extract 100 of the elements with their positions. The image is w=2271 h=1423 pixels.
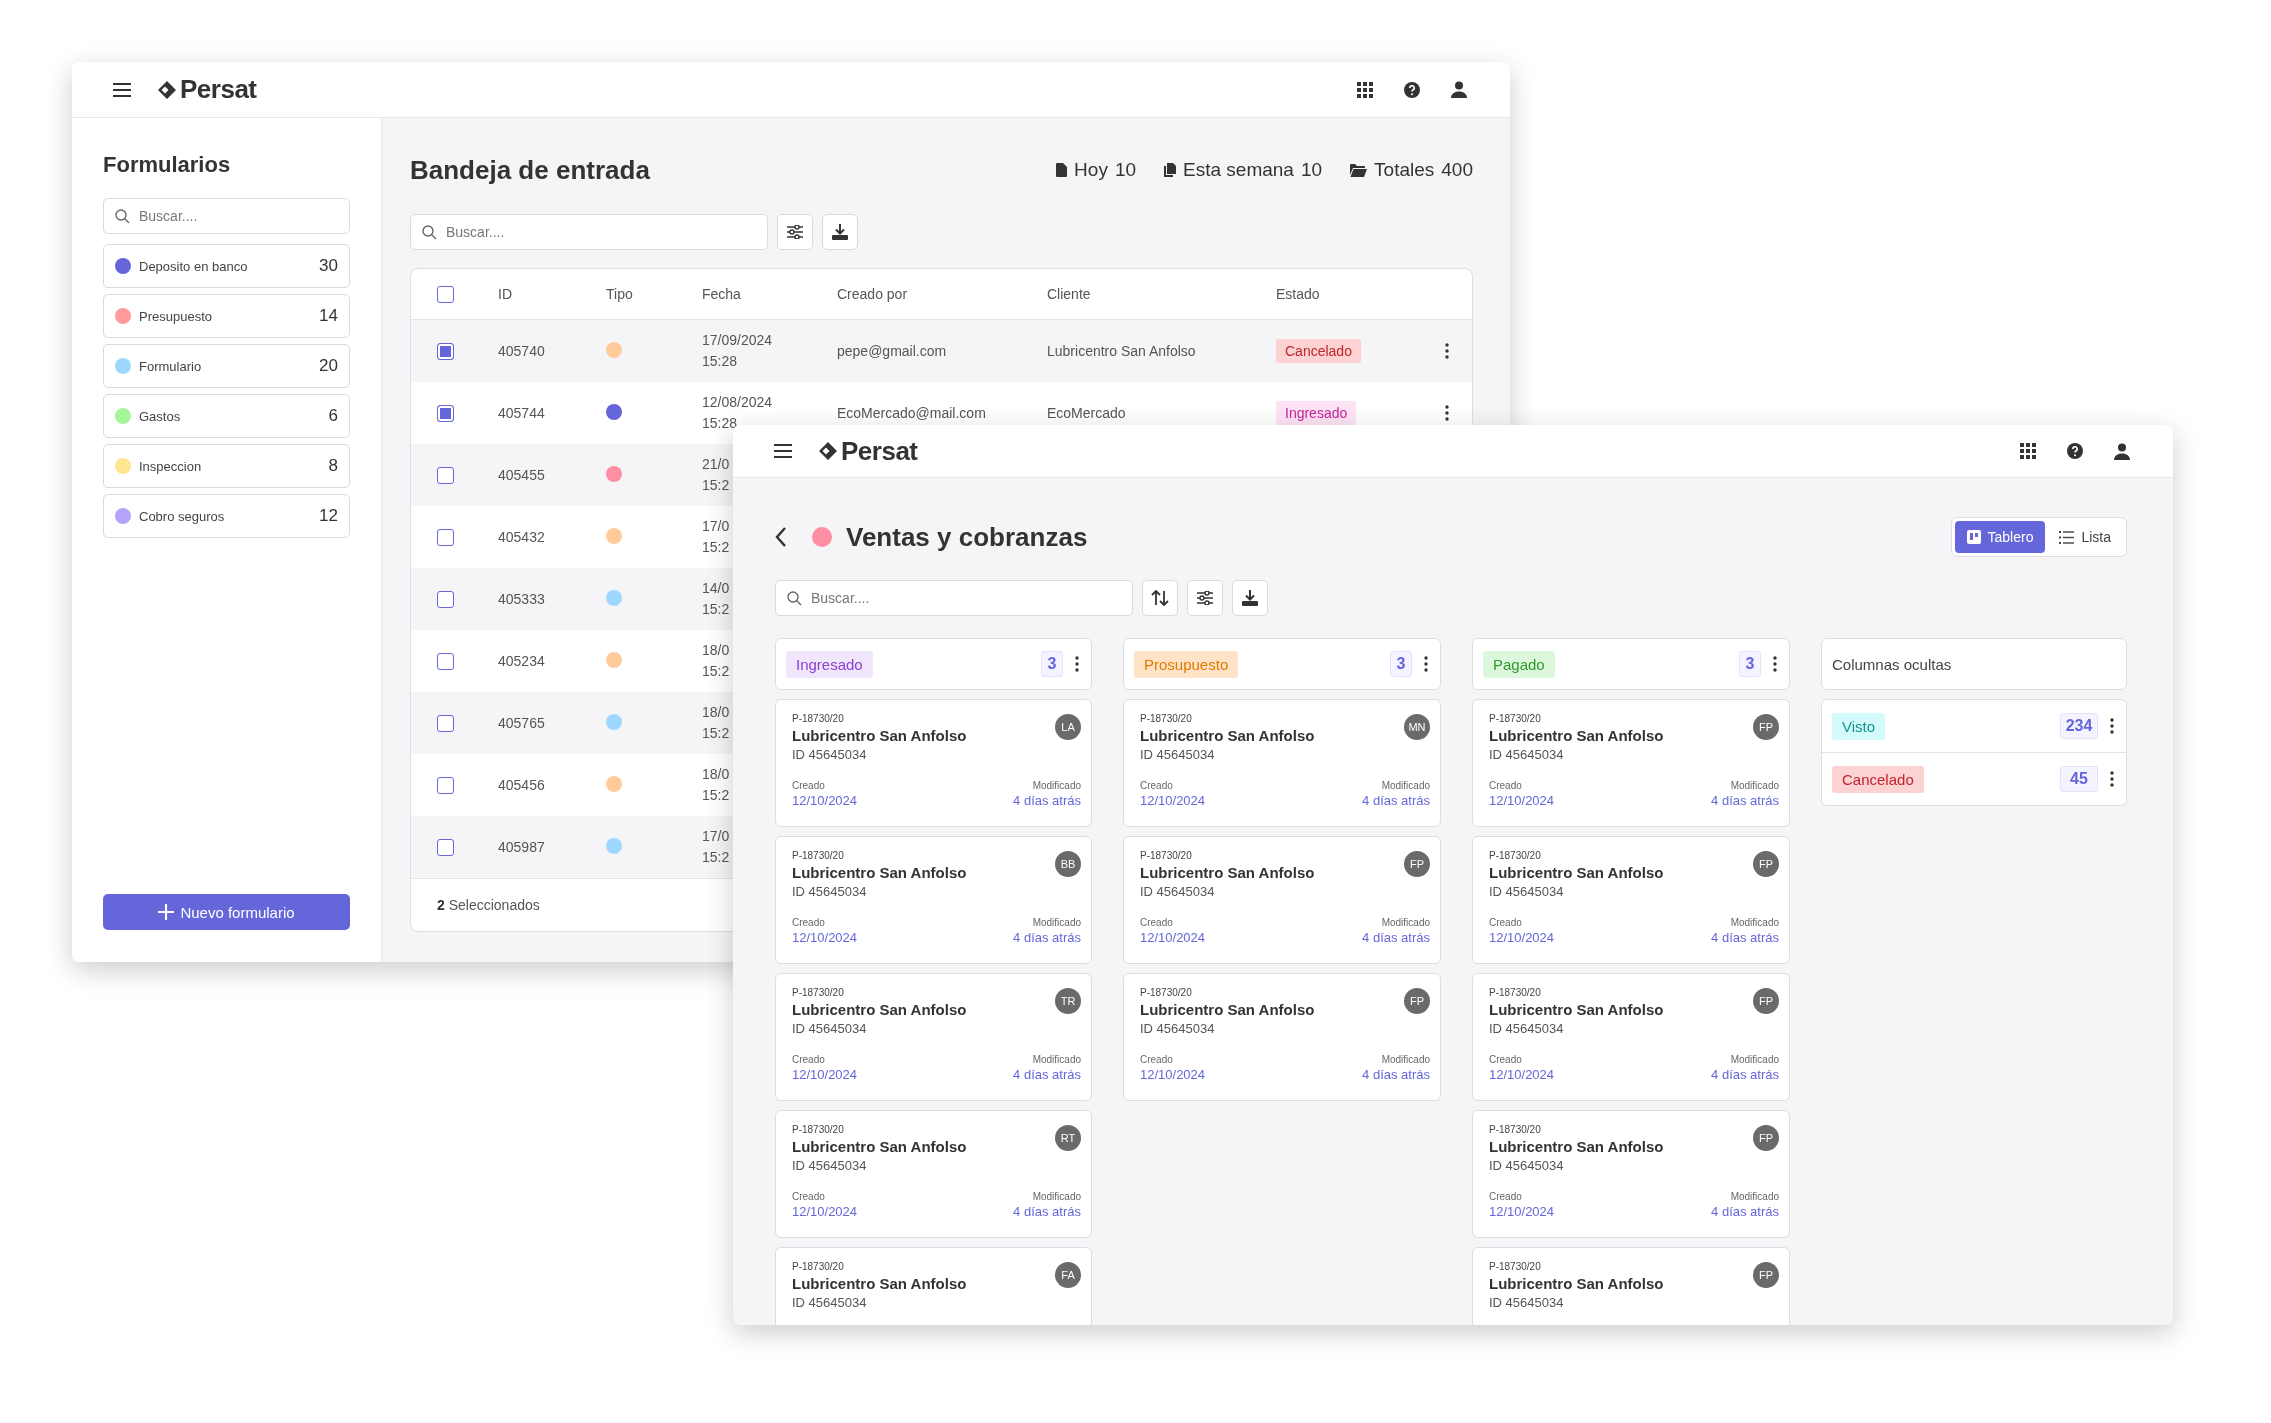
checkbox[interactable] — [437, 285, 454, 303]
more-icon[interactable] — [2110, 771, 2114, 787]
form-type-item[interactable]: Presupuesto 14 — [103, 294, 350, 338]
record-card[interactable]: P-18730/20 Lubricentro San Anfolso ID 45645034 TR Creado 12/10/2024 Modificado 4 días atrás — [775, 973, 1092, 1101]
menu-icon[interactable] — [113, 82, 131, 97]
record-id: ID 45645034 — [792, 883, 868, 901]
filter-button[interactable] — [777, 214, 813, 250]
status-tag: Prosupuesto — [1134, 650, 1239, 678]
card-count: 3 — [1041, 651, 1063, 677]
apps-grid-icon[interactable] — [2020, 443, 2036, 459]
menu-icon[interactable] — [774, 444, 792, 458]
record-card[interactable]: P-18730/20 Lubricentro San Anfolso ID 45645034 FA — [775, 1247, 1092, 1325]
record-card[interactable]: P-18730/20 Lubricentro San Anfolso ID 45645034 FP Creado 12/10/2024 Modificado 4 días atrás — [1472, 836, 1790, 964]
more-icon[interactable] — [1445, 343, 1449, 359]
checkbox[interactable] — [437, 528, 454, 546]
download-icon — [832, 224, 848, 240]
search-field[interactable]: Buscar.... — [103, 198, 350, 234]
form-count: 8 — [328, 456, 338, 476]
view-toggle[interactable]: Lista — [2047, 521, 2123, 553]
column-header: Estado — [1276, 286, 1321, 302]
card-count: 234 — [2060, 713, 2098, 739]
sort-icon — [1151, 590, 1169, 606]
record-card[interactable]: P-18730/20 Lubricentro San Anfolso ID 45645034 FP — [1472, 1247, 1790, 1325]
view-toggle[interactable]: Tablero — [1954, 521, 2046, 553]
record-card[interactable]: P-18730/20 Lubricentro San Anfolso ID 45645034 LA Creado 12/10/2024 Modificado 4 días atrás — [775, 699, 1092, 827]
record-code: P-18730/20 — [1140, 712, 1193, 726]
checkbox[interactable] — [437, 714, 454, 732]
client-name: Lubricentro San Anfolso — [792, 1137, 968, 1157]
date-text: 18/0 — [702, 703, 730, 722]
record-card[interactable]: P-18730/20 Lubricentro San Anfolso ID 45645034 FP Creado 12/10/2024 Modificado 4 días atrás — [1123, 973, 1441, 1101]
avatar: FP — [1753, 1262, 1779, 1288]
user-icon[interactable] — [1451, 81, 1467, 98]
checkbox[interactable] — [437, 652, 454, 670]
checkbox[interactable] — [437, 404, 454, 422]
modified-label: Modificado — [1730, 1190, 1779, 1203]
created-label: Creado — [1489, 1053, 1523, 1066]
table-cell-text: 405987 — [498, 839, 546, 855]
more-icon[interactable] — [1773, 656, 1777, 672]
status-tag: Cancelado — [1276, 339, 1361, 363]
record-id: ID 45645034 — [1489, 1294, 1565, 1312]
search-field[interactable]: Buscar.... — [410, 214, 768, 250]
avatar: FP — [1753, 851, 1779, 877]
created-label: Creado — [792, 1190, 826, 1203]
avatar: FP — [1404, 988, 1430, 1014]
help-icon[interactable] — [1403, 80, 1421, 99]
stat-label: Totales — [1374, 159, 1435, 181]
table-cell-text: 405740 — [498, 343, 546, 359]
created-date: 12/10/2024 — [792, 929, 858, 947]
more-icon[interactable] — [2110, 718, 2114, 734]
form-type-item[interactable]: Gastos 6 — [103, 394, 350, 438]
checkbox[interactable] — [437, 466, 454, 484]
created-date: 12/10/2024 — [792, 1066, 858, 1084]
record-card[interactable]: P-18730/20 Lubricentro San Anfolso ID 45645034 FP Creado 12/10/2024 Modificado 4 días atrás — [1472, 699, 1790, 827]
sort-button[interactable] — [1142, 580, 1178, 616]
record-card[interactable]: P-18730/20 Lubricentro San Anfolso ID 45645034 FP Creado 12/10/2024 Modificado 4 días atrás — [1123, 836, 1441, 964]
record-card[interactable]: P-18730/20 Lubricentro San Anfolso ID 45645034 FP Creado 12/10/2024 Modificado 4 días atrás — [1472, 1110, 1790, 1238]
download-button[interactable] — [1232, 580, 1268, 616]
date-text: 12/08/2024 — [702, 393, 773, 412]
created-label: Creado — [1140, 1053, 1174, 1066]
record-card[interactable]: P-18730/20 Lubricentro San Anfolso ID 45645034 BB Creado 12/10/2024 Modificado 4 días atrás — [775, 836, 1092, 964]
apps-grid-icon[interactable] — [1357, 81, 1373, 98]
user-icon[interactable] — [2114, 442, 2130, 460]
status-tag: Ingresado — [786, 650, 873, 678]
modified-time: 4 días atrás — [1013, 792, 1081, 810]
avatar: FA — [1055, 1262, 1081, 1288]
modified-label: Modificado — [1381, 916, 1430, 929]
table-cell-text: pepe@gmail.com — [837, 343, 948, 359]
form-count: 12 — [319, 506, 338, 526]
modified-label: Modificado — [1032, 1190, 1081, 1203]
sidebar-title: Formularios — [103, 151, 232, 179]
record-card[interactable]: P-18730/20 Lubricentro San Anfolso ID 45645034 FP Creado 12/10/2024 Modificado 4 días atrás — [1472, 973, 1790, 1101]
form-type-label: Presupuesto — [139, 308, 213, 324]
search-field[interactable]: Buscar.... — [775, 580, 1133, 616]
created-label: Creado — [1489, 779, 1523, 792]
table-cell-text: EcoMercado — [1047, 405, 1127, 421]
help-icon[interactable] — [2066, 442, 2084, 460]
record-id: ID 45645034 — [1489, 883, 1565, 901]
new-form-button[interactable]: Nuevo formulario — [103, 894, 350, 930]
checkbox[interactable] — [437, 838, 454, 856]
modified-label: Modificado — [1730, 1053, 1779, 1066]
table-cell-text: 405333 — [498, 591, 546, 607]
form-type-item[interactable]: Inspeccion 8 — [103, 444, 350, 488]
form-type-item[interactable]: Deposito en banco 30 — [103, 244, 350, 288]
more-icon[interactable] — [1424, 656, 1428, 672]
time-text: 15:2 — [702, 538, 730, 557]
form-type-item[interactable]: Cobro seguros 12 — [103, 494, 350, 538]
more-icon[interactable] — [1075, 656, 1079, 672]
record-card[interactable]: P-18730/20 Lubricentro San Anfolso ID 45645034 MN Creado 12/10/2024 Modificado 4 días atrás — [1123, 699, 1441, 827]
download-button[interactable] — [822, 214, 858, 250]
avatar: FP — [1753, 1125, 1779, 1151]
form-type-item[interactable]: Formulario 20 — [103, 344, 350, 388]
record-card[interactable]: P-18730/20 Lubricentro San Anfolso ID 45645034 RT Creado 12/10/2024 Modificado 4 días atrás — [775, 1110, 1092, 1238]
logo-text: Persat — [180, 74, 257, 105]
more-icon[interactable] — [1445, 405, 1449, 421]
back-icon[interactable] — [775, 527, 787, 547]
checkbox[interactable] — [437, 342, 454, 360]
form-type-label: Deposito en banco — [139, 258, 249, 274]
filter-button[interactable] — [1187, 580, 1223, 616]
checkbox[interactable] — [437, 590, 454, 608]
checkbox[interactable] — [437, 776, 454, 794]
